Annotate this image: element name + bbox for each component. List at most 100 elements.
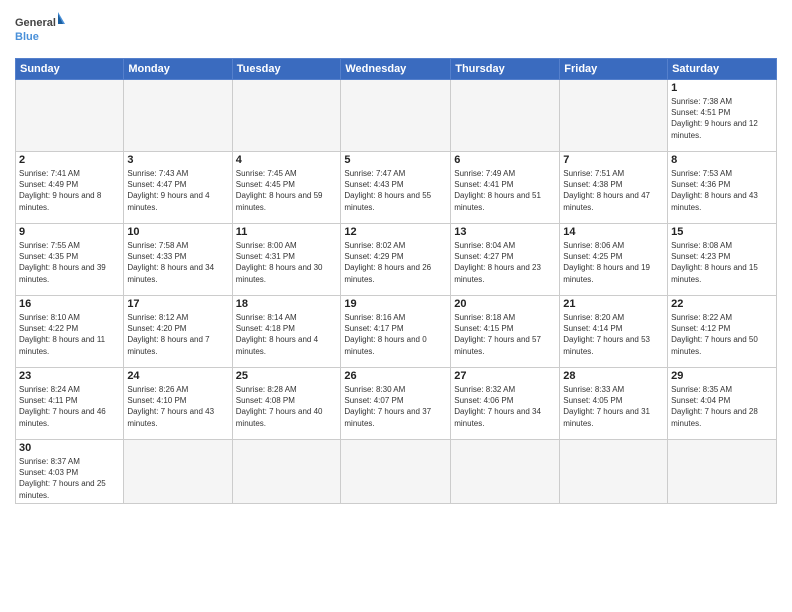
- day-number: 23: [19, 370, 120, 382]
- day-number: 17: [127, 298, 228, 310]
- day-info: Sunrise: 8:00 AM Sunset: 4:31 PM Dayligh…: [236, 240, 338, 285]
- day-number: 22: [671, 298, 773, 310]
- day-cell: 14 Sunrise: 8:06 AM Sunset: 4:25 PM Dayli…: [560, 224, 668, 296]
- day-info: Sunrise: 8:33 AM Sunset: 4:05 PM Dayligh…: [563, 384, 664, 429]
- day-cell: 28 Sunrise: 8:33 AM Sunset: 4:05 PM Dayli…: [560, 368, 668, 440]
- day-cell: 8 Sunrise: 7:53 AM Sunset: 4:36 PM Daylig…: [668, 152, 777, 224]
- header: General Blue: [15, 10, 777, 50]
- day-number: 12: [344, 226, 447, 238]
- day-cell: 30 Sunrise: 8:37 AM Sunset: 4:03 PM Dayli…: [16, 440, 124, 504]
- day-cell: 13 Sunrise: 8:04 AM Sunset: 4:27 PM Dayli…: [451, 224, 560, 296]
- day-number: 10: [127, 226, 228, 238]
- day-number: 19: [344, 298, 447, 310]
- weekday-header-sunday: Sunday: [16, 59, 124, 80]
- day-info: Sunrise: 8:02 AM Sunset: 4:29 PM Dayligh…: [344, 240, 447, 285]
- day-number: 30: [19, 442, 120, 454]
- day-number: 3: [127, 154, 228, 166]
- day-cell: [124, 440, 232, 504]
- day-number: 13: [454, 226, 556, 238]
- day-number: 16: [19, 298, 120, 310]
- day-number: 6: [454, 154, 556, 166]
- day-number: 14: [563, 226, 664, 238]
- logo: General Blue: [15, 10, 65, 50]
- week-row-3: 16 Sunrise: 8:10 AM Sunset: 4:22 PM Dayli…: [16, 296, 777, 368]
- day-cell: [232, 80, 341, 152]
- svg-text:Blue: Blue: [15, 31, 39, 43]
- day-cell: 29 Sunrise: 8:35 AM Sunset: 4:04 PM Dayli…: [668, 368, 777, 440]
- day-info: Sunrise: 7:51 AM Sunset: 4:38 PM Dayligh…: [563, 168, 664, 213]
- day-info: Sunrise: 7:58 AM Sunset: 4:33 PM Dayligh…: [127, 240, 228, 285]
- day-cell: [451, 80, 560, 152]
- main-container: General Blue SundayMondayTuesdayWednesda…: [0, 0, 792, 612]
- day-number: 11: [236, 226, 338, 238]
- day-cell: [124, 80, 232, 152]
- day-info: Sunrise: 8:04 AM Sunset: 4:27 PM Dayligh…: [454, 240, 556, 285]
- day-info: Sunrise: 8:10 AM Sunset: 4:22 PM Dayligh…: [19, 312, 120, 357]
- day-cell: 25 Sunrise: 8:28 AM Sunset: 4:08 PM Dayli…: [232, 368, 341, 440]
- day-cell: 12 Sunrise: 8:02 AM Sunset: 4:29 PM Dayli…: [341, 224, 451, 296]
- day-cell: 10 Sunrise: 7:58 AM Sunset: 4:33 PM Dayli…: [124, 224, 232, 296]
- day-cell: [341, 80, 451, 152]
- day-number: 24: [127, 370, 228, 382]
- day-info: Sunrise: 8:20 AM Sunset: 4:14 PM Dayligh…: [563, 312, 664, 357]
- day-info: Sunrise: 8:28 AM Sunset: 4:08 PM Dayligh…: [236, 384, 338, 429]
- day-number: 2: [19, 154, 120, 166]
- day-number: 25: [236, 370, 338, 382]
- day-cell: 27Sunrise: 8:32 AM Sunset: 4:06 PM Dayli…: [451, 368, 560, 440]
- day-info: Sunrise: 7:38 AM Sunset: 4:51 PM Dayligh…: [671, 96, 773, 141]
- day-info: Sunrise: 8:22 AM Sunset: 4:12 PM Dayligh…: [671, 312, 773, 357]
- day-info: Sunrise: 8:06 AM Sunset: 4:25 PM Dayligh…: [563, 240, 664, 285]
- weekday-header-row: SundayMondayTuesdayWednesdayThursdayFrid…: [16, 59, 777, 80]
- weekday-header-friday: Friday: [560, 59, 668, 80]
- day-cell: [560, 440, 668, 504]
- day-info: Sunrise: 7:45 AM Sunset: 4:45 PM Dayligh…: [236, 168, 338, 213]
- day-number: 7: [563, 154, 664, 166]
- day-cell: 7 Sunrise: 7:51 AM Sunset: 4:38 PM Daylig…: [560, 152, 668, 224]
- day-cell: 19Sunrise: 8:16 AM Sunset: 4:17 PM Dayli…: [341, 296, 451, 368]
- day-number: 5: [344, 154, 447, 166]
- day-cell: 17Sunrise: 8:12 AM Sunset: 4:20 PM Dayli…: [124, 296, 232, 368]
- week-row-5: 30 Sunrise: 8:37 AM Sunset: 4:03 PM Dayli…: [16, 440, 777, 504]
- day-cell: 21 Sunrise: 8:20 AM Sunset: 4:14 PM Dayli…: [560, 296, 668, 368]
- weekday-header-monday: Monday: [124, 59, 232, 80]
- day-number: 20: [454, 298, 556, 310]
- day-info: Sunrise: 8:30 AM Sunset: 4:07 PM Dayligh…: [344, 384, 447, 429]
- day-cell: 22 Sunrise: 8:22 AM Sunset: 4:12 PM Dayli…: [668, 296, 777, 368]
- day-number: 1: [671, 82, 773, 94]
- day-cell: 15Sunrise: 8:08 AM Sunset: 4:23 PM Dayli…: [668, 224, 777, 296]
- day-number: 21: [563, 298, 664, 310]
- week-row-4: 23Sunrise: 8:24 AM Sunset: 4:11 PM Dayli…: [16, 368, 777, 440]
- day-number: 28: [563, 370, 664, 382]
- day-number: 8: [671, 154, 773, 166]
- weekday-header-saturday: Saturday: [668, 59, 777, 80]
- day-info: Sunrise: 7:53 AM Sunset: 4:36 PM Dayligh…: [671, 168, 773, 213]
- day-cell: 16 Sunrise: 8:10 AM Sunset: 4:22 PM Dayli…: [16, 296, 124, 368]
- day-number: 4: [236, 154, 338, 166]
- day-cell: 3Sunrise: 7:43 AM Sunset: 4:47 PM Daylig…: [124, 152, 232, 224]
- day-cell: 5 Sunrise: 7:47 AM Sunset: 4:43 PM Daylig…: [341, 152, 451, 224]
- day-cell: 24Sunrise: 8:26 AM Sunset: 4:10 PM Dayli…: [124, 368, 232, 440]
- weekday-header-wednesday: Wednesday: [341, 59, 451, 80]
- day-info: Sunrise: 8:35 AM Sunset: 4:04 PM Dayligh…: [671, 384, 773, 429]
- day-cell: [341, 440, 451, 504]
- day-cell: 2Sunrise: 7:41 AM Sunset: 4:49 PM Daylig…: [16, 152, 124, 224]
- calendar-table: SundayMondayTuesdayWednesdayThursdayFrid…: [15, 58, 777, 504]
- day-number: 29: [671, 370, 773, 382]
- day-cell: 20 Sunrise: 8:18 AM Sunset: 4:15 PM Dayli…: [451, 296, 560, 368]
- day-number: 15: [671, 226, 773, 238]
- day-cell: 23Sunrise: 8:24 AM Sunset: 4:11 PM Dayli…: [16, 368, 124, 440]
- day-cell: 26Sunrise: 8:30 AM Sunset: 4:07 PM Dayli…: [341, 368, 451, 440]
- day-info: Sunrise: 7:49 AM Sunset: 4:41 PM Dayligh…: [454, 168, 556, 213]
- week-row-0: 1 Sunrise: 7:38 AM Sunset: 4:51 PM Daylig…: [16, 80, 777, 152]
- day-info: Sunrise: 8:18 AM Sunset: 4:15 PM Dayligh…: [454, 312, 556, 357]
- day-info: Sunrise: 8:32 AM Sunset: 4:06 PM Dayligh…: [454, 384, 556, 429]
- day-cell: 1 Sunrise: 7:38 AM Sunset: 4:51 PM Daylig…: [668, 80, 777, 152]
- day-cell: 6 Sunrise: 7:49 AM Sunset: 4:41 PM Daylig…: [451, 152, 560, 224]
- day-cell: [451, 440, 560, 504]
- week-row-1: 2Sunrise: 7:41 AM Sunset: 4:49 PM Daylig…: [16, 152, 777, 224]
- day-info: Sunrise: 8:37 AM Sunset: 4:03 PM Dayligh…: [19, 456, 120, 501]
- weekday-header-thursday: Thursday: [451, 59, 560, 80]
- day-info: Sunrise: 7:47 AM Sunset: 4:43 PM Dayligh…: [344, 168, 447, 213]
- day-cell: [16, 80, 124, 152]
- weekday-header-tuesday: Tuesday: [232, 59, 341, 80]
